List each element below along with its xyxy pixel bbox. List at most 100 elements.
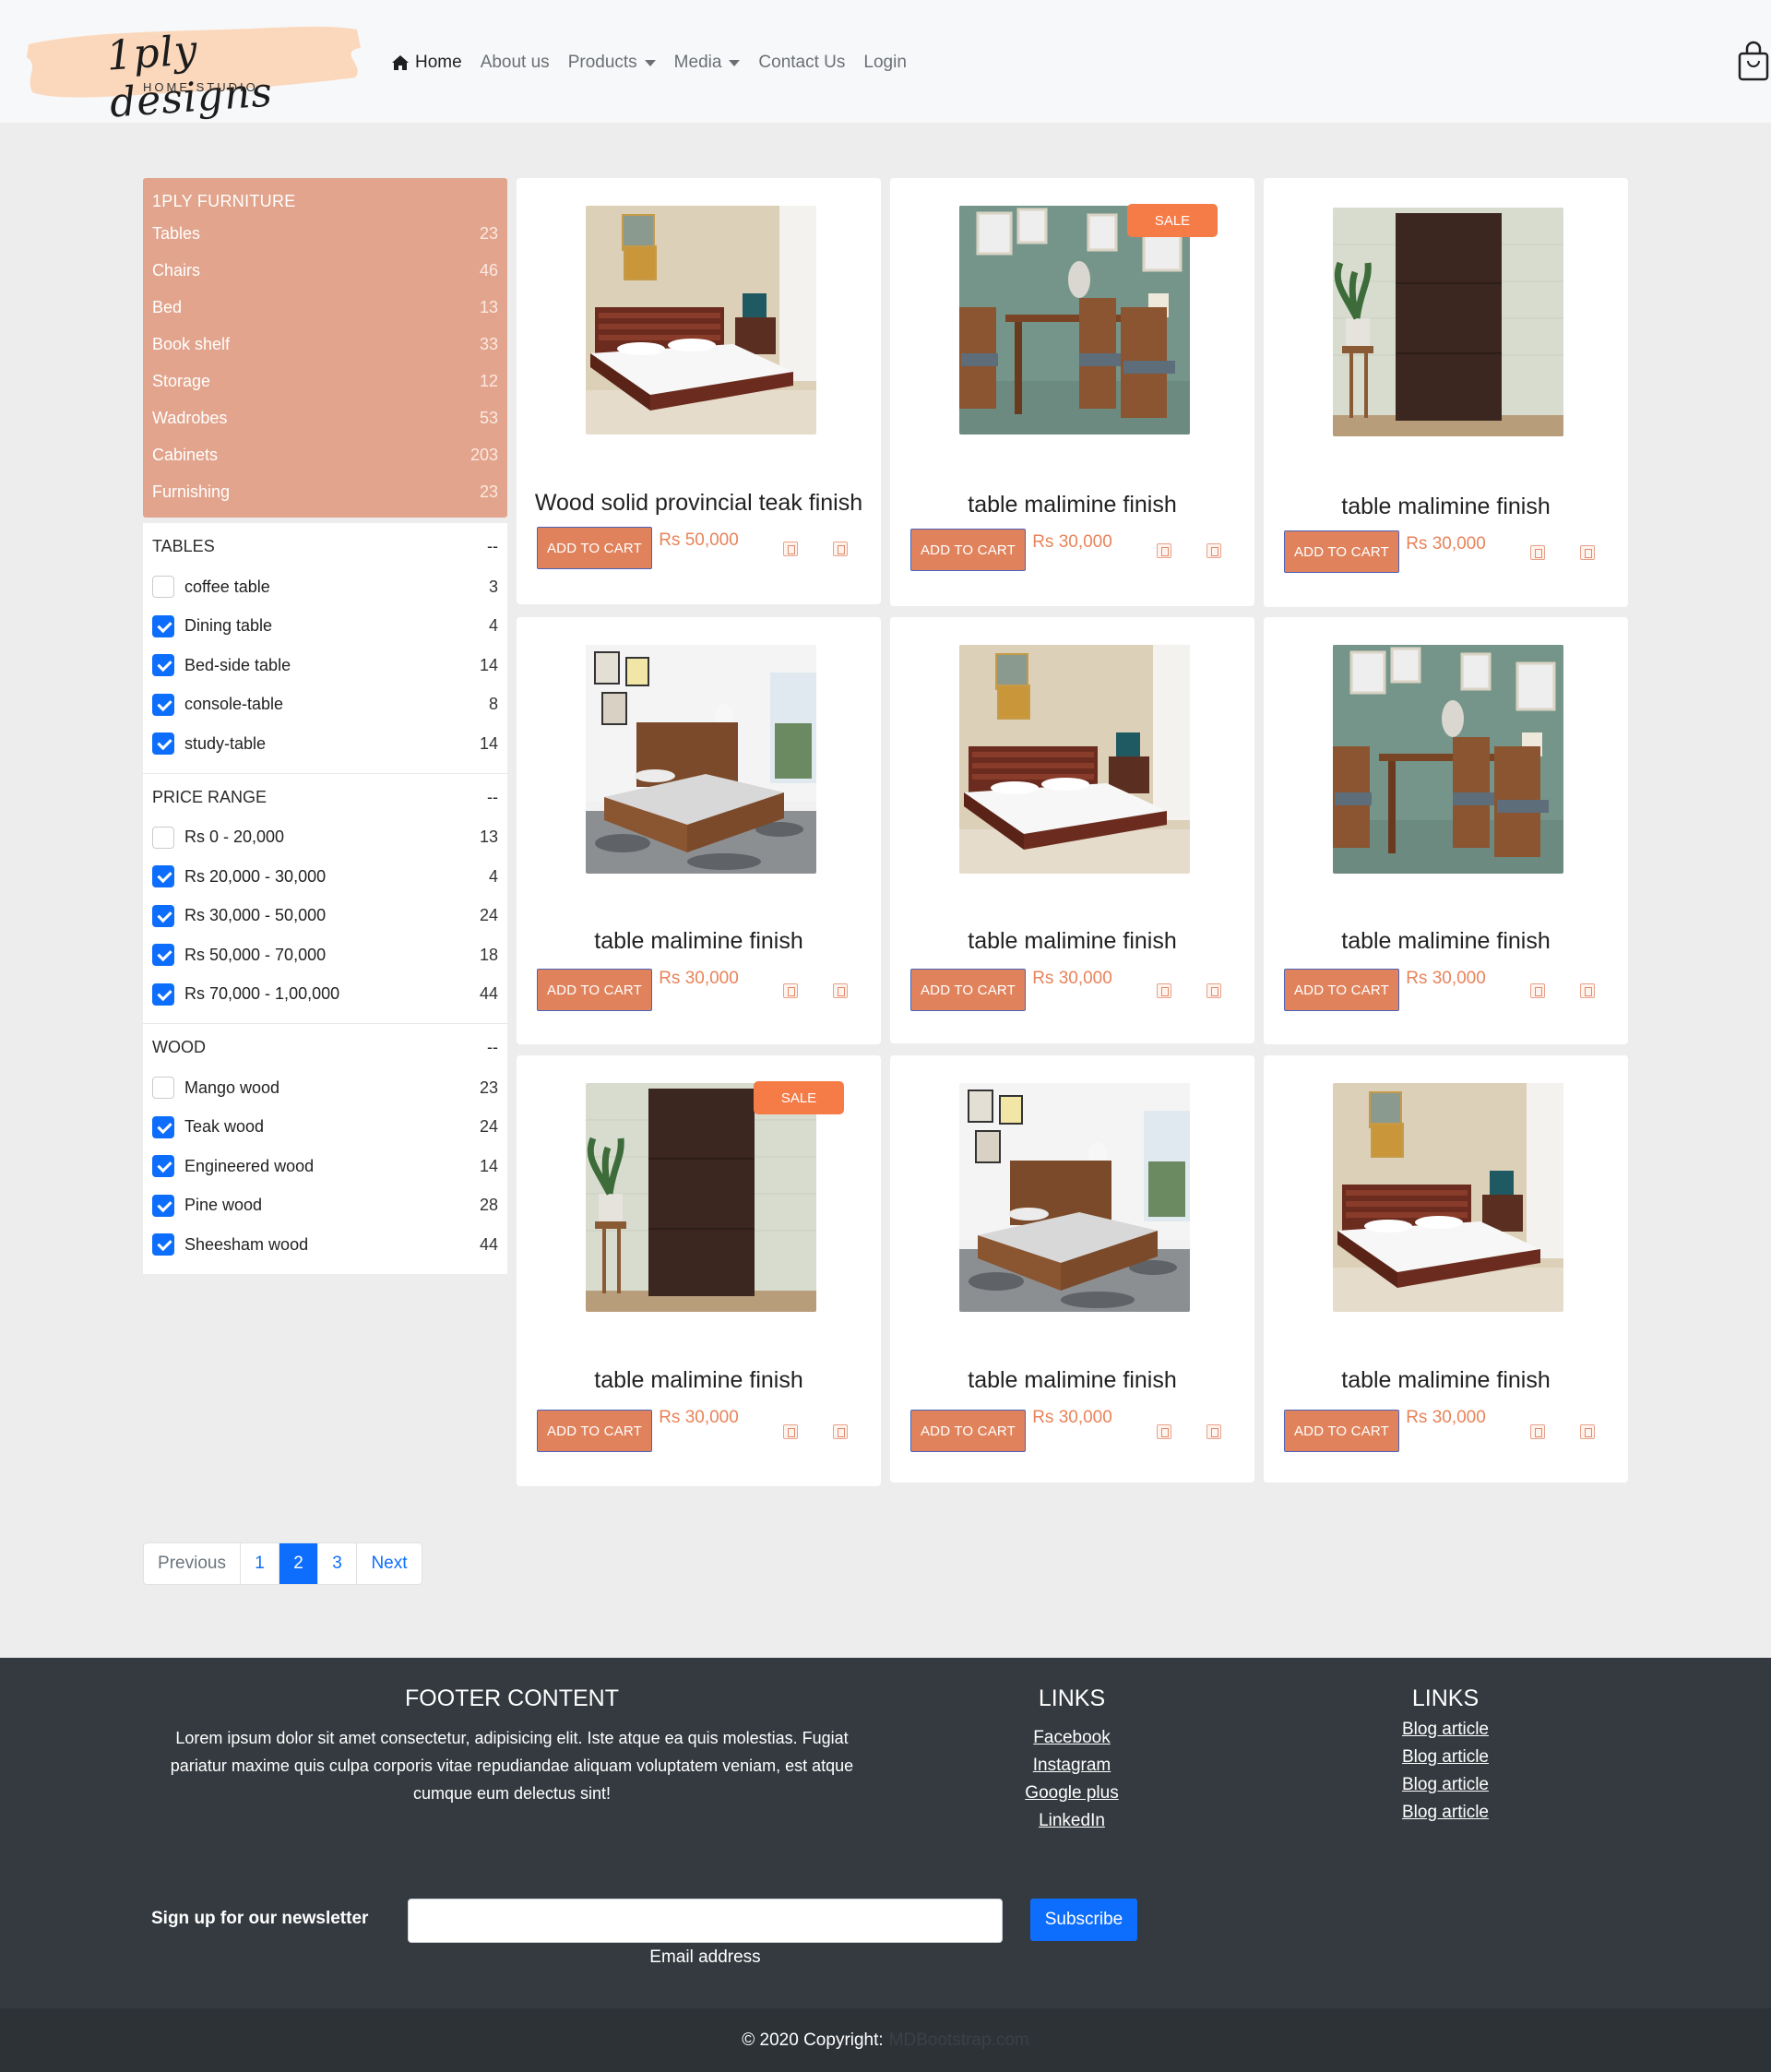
- category-item[interactable]: Chairs 46: [152, 252, 498, 289]
- filter-section-header[interactable]: TABLES --: [152, 534, 498, 558]
- category-item[interactable]: Cabinets 203: [152, 436, 498, 473]
- add-to-cart-button[interactable]: ADD TO CART: [1284, 530, 1399, 573]
- category-item[interactable]: Book shelf 33: [152, 326, 498, 363]
- category-item[interactable]: Furnishing 23: [152, 473, 498, 510]
- shopping-bag-icon[interactable]: [1738, 41, 1769, 81]
- wishlist-icon[interactable]: [1530, 1424, 1545, 1439]
- category-item[interactable]: Tables 23: [152, 215, 498, 252]
- nav-contact[interactable]: Contact Us: [758, 53, 845, 73]
- compare-icon[interactable]: [1206, 1424, 1221, 1439]
- filter-option[interactable]: Engineered wood 14: [152, 1147, 498, 1186]
- product-title[interactable]: Wood solid provincial teak finish: [517, 490, 881, 517]
- footer-link-facebook[interactable]: Facebook: [980, 1724, 1164, 1752]
- category-item[interactable]: Wadrobes 53: [152, 399, 498, 436]
- filter-option[interactable]: study-table 14: [152, 724, 498, 764]
- add-to-cart-button[interactable]: ADD TO CART: [1284, 1410, 1399, 1452]
- product-title[interactable]: table malimine finish: [890, 492, 1254, 518]
- filter-checkbox[interactable]: [152, 576, 174, 599]
- footer-link-linkedin[interactable]: LinkedIn: [980, 1807, 1164, 1835]
- product-title[interactable]: table malimine finish: [517, 1367, 881, 1394]
- newsletter-email-input[interactable]: [408, 1899, 1003, 1943]
- compare-icon[interactable]: [1580, 983, 1595, 998]
- wishlist-icon[interactable]: [783, 1424, 798, 1439]
- category-item[interactable]: Storage 12: [152, 363, 498, 399]
- footer-link-instagram[interactable]: Instagram: [980, 1752, 1164, 1780]
- footer-blog-link[interactable]: Blog article: [1353, 1716, 1538, 1744]
- filter-option[interactable]: Rs 50,000 - 70,000 18: [152, 935, 498, 975]
- product-image[interactable]: [1333, 645, 1563, 874]
- wishlist-icon[interactable]: [1157, 543, 1171, 558]
- product-image[interactable]: [586, 645, 816, 874]
- filter-checkbox[interactable]: [152, 826, 174, 849]
- wishlist-icon[interactable]: [783, 542, 798, 556]
- add-to-cart-button[interactable]: ADD TO CART: [910, 529, 1026, 571]
- compare-icon[interactable]: [833, 983, 848, 998]
- product-image[interactable]: [1333, 208, 1563, 436]
- collapse-toggle[interactable]: --: [487, 1035, 498, 1059]
- filter-checkbox[interactable]: [152, 1233, 174, 1256]
- product-card[interactable]: Wood solid provincial teak finish Rs 50,0…: [517, 178, 881, 604]
- wishlist-icon[interactable]: [783, 983, 798, 998]
- nav-products[interactable]: Products: [568, 53, 656, 73]
- brand-logo[interactable]: 1ply designs HOME STUDIO: [23, 13, 366, 127]
- pagination-next[interactable]: Next: [357, 1543, 422, 1584]
- add-to-cart-button[interactable]: ADD TO CART: [910, 1410, 1026, 1452]
- collapse-toggle[interactable]: --: [487, 785, 498, 809]
- product-image[interactable]: [959, 1083, 1190, 1312]
- compare-icon[interactable]: [1580, 1424, 1595, 1439]
- pagination-previous[interactable]: Previous: [144, 1543, 241, 1584]
- product-card[interactable]: table malimine finish Rs 30,000 ADD TO CAR…: [1264, 178, 1628, 607]
- filter-checkbox[interactable]: [152, 693, 174, 716]
- product-title[interactable]: table malimine finish: [517, 928, 881, 955]
- filter-option[interactable]: Rs 70,000 - 1,00,000 44: [152, 975, 498, 1015]
- footer-blog-link[interactable]: Blog article: [1353, 1744, 1538, 1771]
- filter-checkbox[interactable]: [152, 982, 174, 1006]
- filter-checkbox[interactable]: [152, 614, 174, 637]
- product-image[interactable]: [959, 206, 1190, 435]
- product-image[interactable]: [1333, 1083, 1563, 1312]
- pagination-page-2[interactable]: 2: [279, 1543, 318, 1584]
- product-title[interactable]: table malimine finish: [1264, 928, 1628, 955]
- product-card[interactable]: table malimine finish Rs 30,000 ADD TO CAR…: [890, 617, 1254, 1043]
- compare-icon[interactable]: [1206, 983, 1221, 998]
- filter-section-header[interactable]: WOOD --: [152, 1035, 498, 1059]
- wishlist-icon[interactable]: [1530, 545, 1545, 560]
- footer-link-google-plus[interactable]: Google plus: [980, 1780, 1164, 1807]
- product-card[interactable]: table malimine finish Rs 30,000 ADD TO CAR…: [517, 1055, 881, 1486]
- add-to-cart-button[interactable]: ADD TO CART: [537, 1410, 652, 1452]
- filter-option[interactable]: Mango wood 23: [152, 1068, 498, 1108]
- compare-icon[interactable]: [1580, 545, 1595, 560]
- nav-home[interactable]: Home: [391, 53, 462, 73]
- product-card[interactable]: table malimine finish Rs 30,000 ADD TO CAR…: [1264, 617, 1628, 1044]
- filter-checkbox[interactable]: [152, 1194, 174, 1217]
- subscribe-button[interactable]: Subscribe: [1030, 1899, 1137, 1941]
- compare-icon[interactable]: [833, 542, 848, 556]
- product-title[interactable]: table malimine finish: [890, 928, 1254, 955]
- filter-checkbox[interactable]: [152, 654, 174, 677]
- nav-login[interactable]: Login: [863, 53, 907, 73]
- add-to-cart-button[interactable]: ADD TO CART: [1284, 969, 1399, 1011]
- filter-option[interactable]: Dining table 4: [152, 607, 498, 647]
- filter-option[interactable]: Teak wood 24: [152, 1108, 498, 1148]
- filter-checkbox[interactable]: [152, 732, 174, 756]
- nav-about[interactable]: About us: [481, 53, 550, 73]
- nav-media[interactable]: Media: [674, 53, 741, 73]
- product-image[interactable]: [959, 645, 1190, 874]
- wishlist-icon[interactable]: [1157, 983, 1171, 998]
- wishlist-icon[interactable]: [1530, 983, 1545, 998]
- product-card[interactable]: table malimine finish Rs 30,000 ADD TO CAR…: [1264, 1055, 1628, 1483]
- pagination-page-3[interactable]: 3: [318, 1543, 357, 1584]
- filter-option[interactable]: Rs 20,000 - 30,000 4: [152, 857, 498, 897]
- compare-icon[interactable]: [1206, 543, 1221, 558]
- filter-option[interactable]: Rs 0 - 20,000 13: [152, 818, 498, 858]
- filter-checkbox[interactable]: [152, 1155, 174, 1178]
- filter-checkbox[interactable]: [152, 904, 174, 927]
- copyright-link[interactable]: MDBootstrap.com: [889, 2030, 1029, 2051]
- product-card[interactable]: table malimine finish Rs 30,000 ADD TO CAR…: [517, 617, 881, 1044]
- filter-section-header[interactable]: PRICE RANGE --: [152, 785, 498, 809]
- footer-blog-link[interactable]: Blog article: [1353, 1799, 1538, 1827]
- collapse-toggle[interactable]: --: [487, 534, 498, 558]
- add-to-cart-button[interactable]: ADD TO CART: [537, 969, 652, 1011]
- add-to-cart-button[interactable]: ADD TO CART: [537, 527, 652, 569]
- filter-checkbox[interactable]: [152, 944, 174, 967]
